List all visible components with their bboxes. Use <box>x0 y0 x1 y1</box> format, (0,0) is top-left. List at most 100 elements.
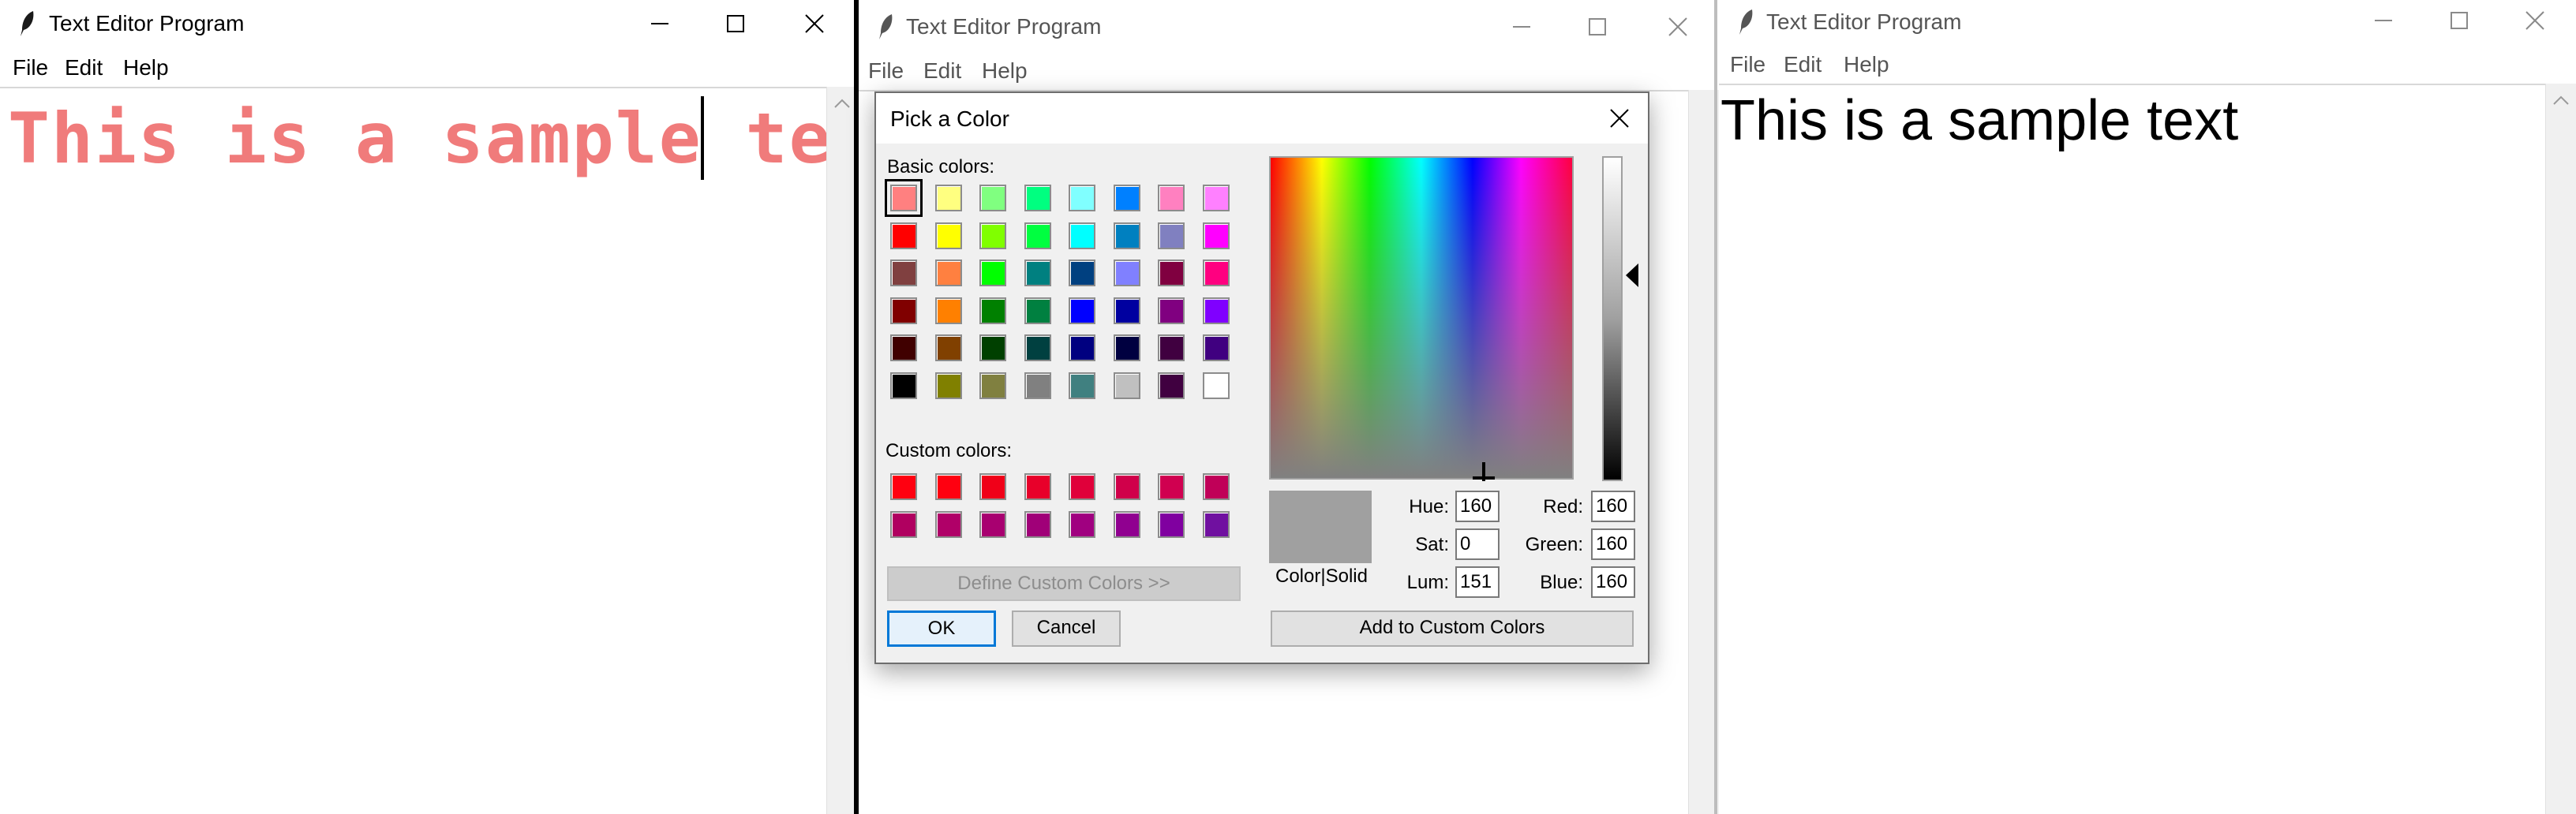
basic-color-swatch[interactable] <box>1024 185 1051 211</box>
maximize-button[interactable] <box>698 0 773 47</box>
minimize-button[interactable] <box>1484 3 1559 50</box>
basic-color-swatch[interactable] <box>934 372 962 399</box>
luminance-slider[interactable] <box>1602 156 1623 481</box>
custom-color-swatch[interactable] <box>1113 473 1140 500</box>
basic-color-swatch[interactable] <box>1113 334 1140 361</box>
custom-color-swatch[interactable] <box>1069 510 1095 538</box>
cancel-button[interactable]: Cancel <box>1012 610 1121 647</box>
menu-edit[interactable]: Edit <box>1784 52 1822 77</box>
basic-color-swatch[interactable] <box>1024 297 1051 324</box>
vertical-scrollbar[interactable] <box>2545 84 2576 814</box>
green-field[interactable]: 160 <box>1591 528 1635 560</box>
maximize-button[interactable] <box>1559 3 1635 50</box>
basic-color-swatch[interactable] <box>1202 260 1230 286</box>
sat-field[interactable]: 0 <box>1455 528 1500 560</box>
minimize-button[interactable] <box>2346 0 2421 44</box>
blue-field[interactable]: 160 <box>1591 566 1635 598</box>
menu-edit[interactable]: Edit <box>923 58 961 84</box>
basic-color-swatch[interactable] <box>890 297 917 324</box>
basic-color-swatch[interactable] <box>1202 185 1230 211</box>
custom-color-swatch[interactable] <box>934 510 962 538</box>
custom-color-swatch[interactable] <box>1158 510 1185 538</box>
ok-button[interactable]: OK <box>887 610 996 647</box>
custom-color-swatch[interactable] <box>1158 473 1185 500</box>
basic-color-swatch[interactable] <box>1069 297 1095 324</box>
lum-field[interactable]: 151 <box>1455 566 1500 598</box>
basic-color-swatch[interactable] <box>1202 297 1230 324</box>
basic-color-swatch[interactable] <box>934 222 962 249</box>
basic-color-swatch[interactable] <box>1024 222 1051 249</box>
basic-color-swatch[interactable] <box>1158 222 1185 249</box>
basic-color-swatch[interactable] <box>890 222 917 249</box>
custom-color-swatch[interactable] <box>1069 473 1095 500</box>
basic-color-swatch[interactable] <box>934 297 962 324</box>
text-area[interactable]: This is a sample text <box>0 87 857 814</box>
custom-color-swatch[interactable] <box>890 473 917 500</box>
basic-color-swatch[interactable] <box>979 185 1006 211</box>
basic-color-swatch[interactable] <box>1024 372 1051 399</box>
close-button[interactable] <box>777 0 852 47</box>
add-to-custom-colors-button[interactable]: Add to Custom Colors <box>1271 610 1634 647</box>
custom-color-swatch[interactable] <box>1202 510 1230 538</box>
custom-color-swatch[interactable] <box>979 510 1006 538</box>
basic-color-swatch[interactable] <box>1202 372 1230 399</box>
custom-color-swatch[interactable] <box>890 510 917 538</box>
menu-help[interactable]: Help <box>123 55 169 80</box>
vertical-scrollbar[interactable] <box>826 87 857 814</box>
basic-color-swatch[interactable] <box>1069 185 1095 211</box>
custom-color-swatch[interactable] <box>1202 473 1230 500</box>
basic-color-swatch[interactable] <box>1158 260 1185 286</box>
color-spectrum[interactable] <box>1269 156 1574 481</box>
dialog-title-bar[interactable]: Pick a Color <box>876 93 1648 144</box>
basic-color-swatch[interactable] <box>1202 222 1230 249</box>
scroll-up-icon[interactable] <box>833 98 851 109</box>
title-bar[interactable]: Text Editor Program <box>859 0 1719 47</box>
basic-color-swatch[interactable] <box>1113 372 1140 399</box>
basic-color-swatch[interactable] <box>1024 334 1051 361</box>
custom-color-swatch[interactable] <box>1024 473 1051 500</box>
title-bar[interactable]: Text Editor Program <box>1719 0 2576 47</box>
basic-color-swatch[interactable] <box>1202 334 1230 361</box>
menu-help[interactable]: Help <box>982 58 1028 84</box>
basic-color-swatch[interactable] <box>890 260 917 286</box>
basic-color-swatch[interactable] <box>890 334 917 361</box>
basic-color-swatch[interactable] <box>979 334 1006 361</box>
dialog-close-button[interactable] <box>1602 101 1637 136</box>
close-button[interactable] <box>2497 0 2573 44</box>
basic-color-swatch[interactable] <box>1113 260 1140 286</box>
menu-file[interactable]: File <box>1730 52 1765 77</box>
basic-color-swatch[interactable] <box>979 372 1006 399</box>
basic-color-swatch[interactable] <box>1069 260 1095 286</box>
basic-color-swatch[interactable] <box>1158 372 1185 399</box>
basic-color-swatch[interactable] <box>979 297 1006 324</box>
custom-color-swatch[interactable] <box>934 473 962 500</box>
close-button[interactable] <box>1640 3 1716 50</box>
title-bar[interactable]: Text Editor Program <box>0 0 857 47</box>
basic-color-swatch[interactable] <box>934 260 962 286</box>
basic-color-swatch[interactable] <box>1069 334 1095 361</box>
basic-color-swatch[interactable] <box>1158 297 1185 324</box>
maximize-button[interactable] <box>2421 0 2497 44</box>
basic-color-swatch[interactable] <box>1158 185 1185 211</box>
luminance-arrow-icon[interactable] <box>1626 263 1638 287</box>
basic-color-swatch[interactable] <box>1113 185 1140 211</box>
basic-color-swatch[interactable] <box>890 372 917 399</box>
basic-color-swatch[interactable] <box>934 185 962 211</box>
custom-color-swatch[interactable] <box>979 473 1006 500</box>
scroll-up-icon[interactable] <box>2552 95 2570 106</box>
basic-color-swatch[interactable] <box>979 222 1006 249</box>
hue-field[interactable]: 160 <box>1455 491 1500 522</box>
basic-color-swatch[interactable] <box>1158 334 1185 361</box>
basic-color-swatch[interactable] <box>934 334 962 361</box>
basic-color-swatch[interactable] <box>1113 222 1140 249</box>
basic-color-swatch[interactable] <box>1069 372 1095 399</box>
basic-color-swatch[interactable] <box>1024 260 1051 286</box>
menu-edit[interactable]: Edit <box>65 55 103 80</box>
red-field[interactable]: 160 <box>1591 491 1635 522</box>
menu-help[interactable]: Help <box>1844 52 1889 77</box>
basic-color-swatch[interactable] <box>979 260 1006 286</box>
basic-color-swatch[interactable] <box>1069 222 1095 249</box>
text-area[interactable]: This is a sample text <box>1719 84 2546 814</box>
menu-file[interactable]: File <box>13 55 48 80</box>
basic-color-swatch[interactable] <box>1113 297 1140 324</box>
